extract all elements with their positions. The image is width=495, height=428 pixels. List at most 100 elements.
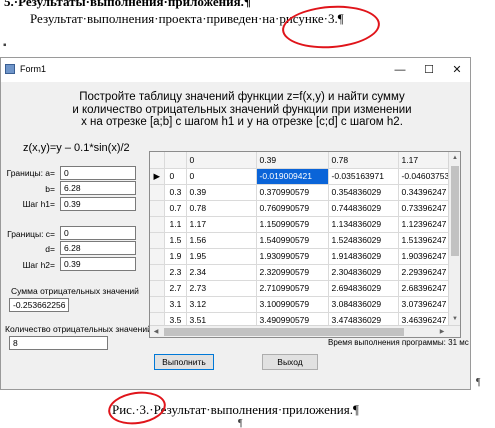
row-label[interactable]: 0 <box>164 168 187 185</box>
label-c: Границы: с= <box>7 229 55 239</box>
table-row[interactable]: 0.7 0.78 0.760990579 0.744836029 0.73396247 <box>150 200 451 217</box>
values-grid[interactable]: 0 0.39 0.78 1.17 ▶ 0 0 -0.019009421 -0.035163971… <box>149 151 461 338</box>
table-row[interactable]: 1.9 1.95 1.930990579 1.914836029 1.90396247 <box>150 248 451 265</box>
grid-cell[interactable]: 1.90396247 <box>398 248 451 265</box>
row-label[interactable]: 1.5 <box>164 232 187 249</box>
grid-cell[interactable]: -0.04603753 <box>398 168 451 185</box>
row-selector[interactable] <box>150 232 165 249</box>
grid-cell[interactable]: 0.73396247 <box>398 200 451 217</box>
task-description: Постройте таблицу значений функции z=f(x… <box>61 91 423 129</box>
table-row[interactable]: 3.1 3.12 3.100990579 3.084836029 3.07396247 <box>150 296 451 313</box>
grid-cell[interactable]: -0.035163971 <box>328 168 399 185</box>
grid-cell[interactable]: 0.354836029 <box>328 184 399 201</box>
grid-cell[interactable]: 1.540990579 <box>256 232 329 249</box>
grid-cell[interactable]: 1.56 <box>186 232 257 249</box>
grid-cell[interactable]: 1.150990579 <box>256 216 329 233</box>
close-button[interactable]: ✕ <box>442 59 472 81</box>
grid-cell[interactable]: 0.78 <box>186 200 257 217</box>
exit-button[interactable]: Выход <box>262 354 318 370</box>
grid-cell[interactable]: 1.12396247 <box>398 216 451 233</box>
scroll-down-arrow-icon[interactable]: ▼ <box>449 313 460 325</box>
row-label[interactable]: 0.7 <box>164 200 187 217</box>
horizontal-scroll-thumb[interactable] <box>164 328 404 336</box>
grid-cell[interactable]: -0.019009421 <box>256 168 329 185</box>
input-d[interactable]: 6.28 <box>60 241 136 255</box>
current-row-pointer-icon[interactable]: ▶ <box>150 168 165 185</box>
grid-cell[interactable]: 3.100990579 <box>256 296 329 313</box>
grid-column-header[interactable]: 1.17 <box>398 152 451 169</box>
grid-cell[interactable]: 0.760990579 <box>256 200 329 217</box>
input-h1[interactable]: 0.39 <box>60 197 136 211</box>
grid-column-header[interactable]: 0 <box>186 152 257 169</box>
horizontal-scrollbar[interactable]: ◀ ▶ <box>150 325 460 337</box>
grid-cell[interactable]: 3.12 <box>186 296 257 313</box>
table-row[interactable]: 2.3 2.34 2.320990579 2.304836029 2.29396247 <box>150 264 451 281</box>
scroll-left-arrow-icon[interactable]: ◀ <box>150 326 162 337</box>
row-selector[interactable] <box>150 264 165 281</box>
row-selector[interactable] <box>150 248 165 265</box>
table-row[interactable]: 1.5 1.56 1.540990579 1.524836029 1.51396247 <box>150 232 451 249</box>
input-a[interactable]: 0 <box>60 166 136 180</box>
grid-column-header[interactable] <box>164 152 187 169</box>
table-row[interactable]: 1.1 1.17 1.150990579 1.134836029 1.12396247 <box>150 216 451 233</box>
input-b[interactable]: 6.28 <box>60 181 136 195</box>
grid-cell[interactable]: 1.134836029 <box>328 216 399 233</box>
grid-cell[interactable]: 1.17 <box>186 216 257 233</box>
grid-cell[interactable]: 2.68396247 <box>398 280 451 297</box>
grid-cell[interactable]: 1.930990579 <box>256 248 329 265</box>
grid-column-header[interactable] <box>150 152 165 169</box>
row-label[interactable]: 2.7 <box>164 280 187 297</box>
input-c[interactable]: 0 <box>60 226 136 240</box>
run-button[interactable]: Выполнить <box>154 354 214 370</box>
scroll-right-arrow-icon[interactable]: ▶ <box>436 326 448 337</box>
row-selector[interactable] <box>150 296 165 313</box>
table-row[interactable]: 0.3 0.39 0.370990579 0.354836029 0.34396247 <box>150 184 451 201</box>
row-label[interactable]: 1.1 <box>164 216 187 233</box>
maximize-button[interactable]: ☐ <box>414 59 444 81</box>
count-output[interactable]: 8 <box>9 336 108 350</box>
task-line-2: и количество отрицательных значений функ… <box>72 103 412 116</box>
grid-cell[interactable]: 2.34 <box>186 264 257 281</box>
grid-cell[interactable]: 2.320990579 <box>256 264 329 281</box>
scroll-up-arrow-icon[interactable]: ▲ <box>449 152 460 164</box>
grid-cell[interactable]: 1.51396247 <box>398 232 451 249</box>
grid-cell[interactable]: 2.73 <box>186 280 257 297</box>
grid-cell[interactable]: 0.370990579 <box>256 184 329 201</box>
row-selector[interactable] <box>150 280 165 297</box>
row-selector[interactable] <box>150 216 165 233</box>
table-row[interactable]: 2.7 2.73 2.710990579 2.694836029 2.68396247 <box>150 280 451 297</box>
grid-cell[interactable]: 0.34396247 <box>398 184 451 201</box>
grid-cell[interactable]: 0.744836029 <box>328 200 399 217</box>
form-icon <box>5 64 15 74</box>
grid-cell[interactable]: 2.29396247 <box>398 264 451 281</box>
row-selector[interactable] <box>150 200 165 217</box>
grid-column-header[interactable]: 0.78 <box>328 152 399 169</box>
title-bar[interactable]: Form1 — ☐ ✕ <box>1 58 470 82</box>
grid-cell[interactable]: 1.914836029 <box>328 248 399 265</box>
grid-cell[interactable]: 0 <box>186 168 257 185</box>
grid-cell[interactable]: 2.694836029 <box>328 280 399 297</box>
minimize-button[interactable]: — <box>385 59 415 81</box>
row-selector[interactable] <box>150 184 165 201</box>
input-h2[interactable]: 0.39 <box>60 257 136 271</box>
grid-cell[interactable]: 3.084836029 <box>328 296 399 313</box>
table-row[interactable]: ▶ 0 0 -0.019009421 -0.035163971 -0.04603753 <box>150 168 451 185</box>
task-line-1: Постройте таблицу значений функции z=f(x… <box>79 91 405 103</box>
grid-cell[interactable]: 0.39 <box>186 184 257 201</box>
grid-cell[interactable]: 3.07396247 <box>398 296 451 313</box>
grid-cell[interactable]: 1.524836029 <box>328 232 399 249</box>
annotation-circle-intro <box>280 2 382 52</box>
label-d: d= <box>45 244 55 254</box>
vertical-scrollbar[interactable]: ▲ ▼ <box>448 152 460 337</box>
grid-cell[interactable]: 2.710990579 <box>256 280 329 297</box>
row-label[interactable]: 1.9 <box>164 248 187 265</box>
function-formula: z(x,y)=y – 0.1*sin(x)/2 <box>23 142 130 154</box>
row-label[interactable]: 3.1 <box>164 296 187 313</box>
sum-output[interactable]: -0.253662256 <box>9 298 69 312</box>
row-label[interactable]: 2.3 <box>164 264 187 281</box>
grid-column-header[interactable]: 0.39 <box>256 152 329 169</box>
row-label[interactable]: 0.3 <box>164 184 187 201</box>
vertical-scroll-thumb[interactable] <box>451 166 459 256</box>
grid-cell[interactable]: 2.304836029 <box>328 264 399 281</box>
grid-cell[interactable]: 1.95 <box>186 248 257 265</box>
